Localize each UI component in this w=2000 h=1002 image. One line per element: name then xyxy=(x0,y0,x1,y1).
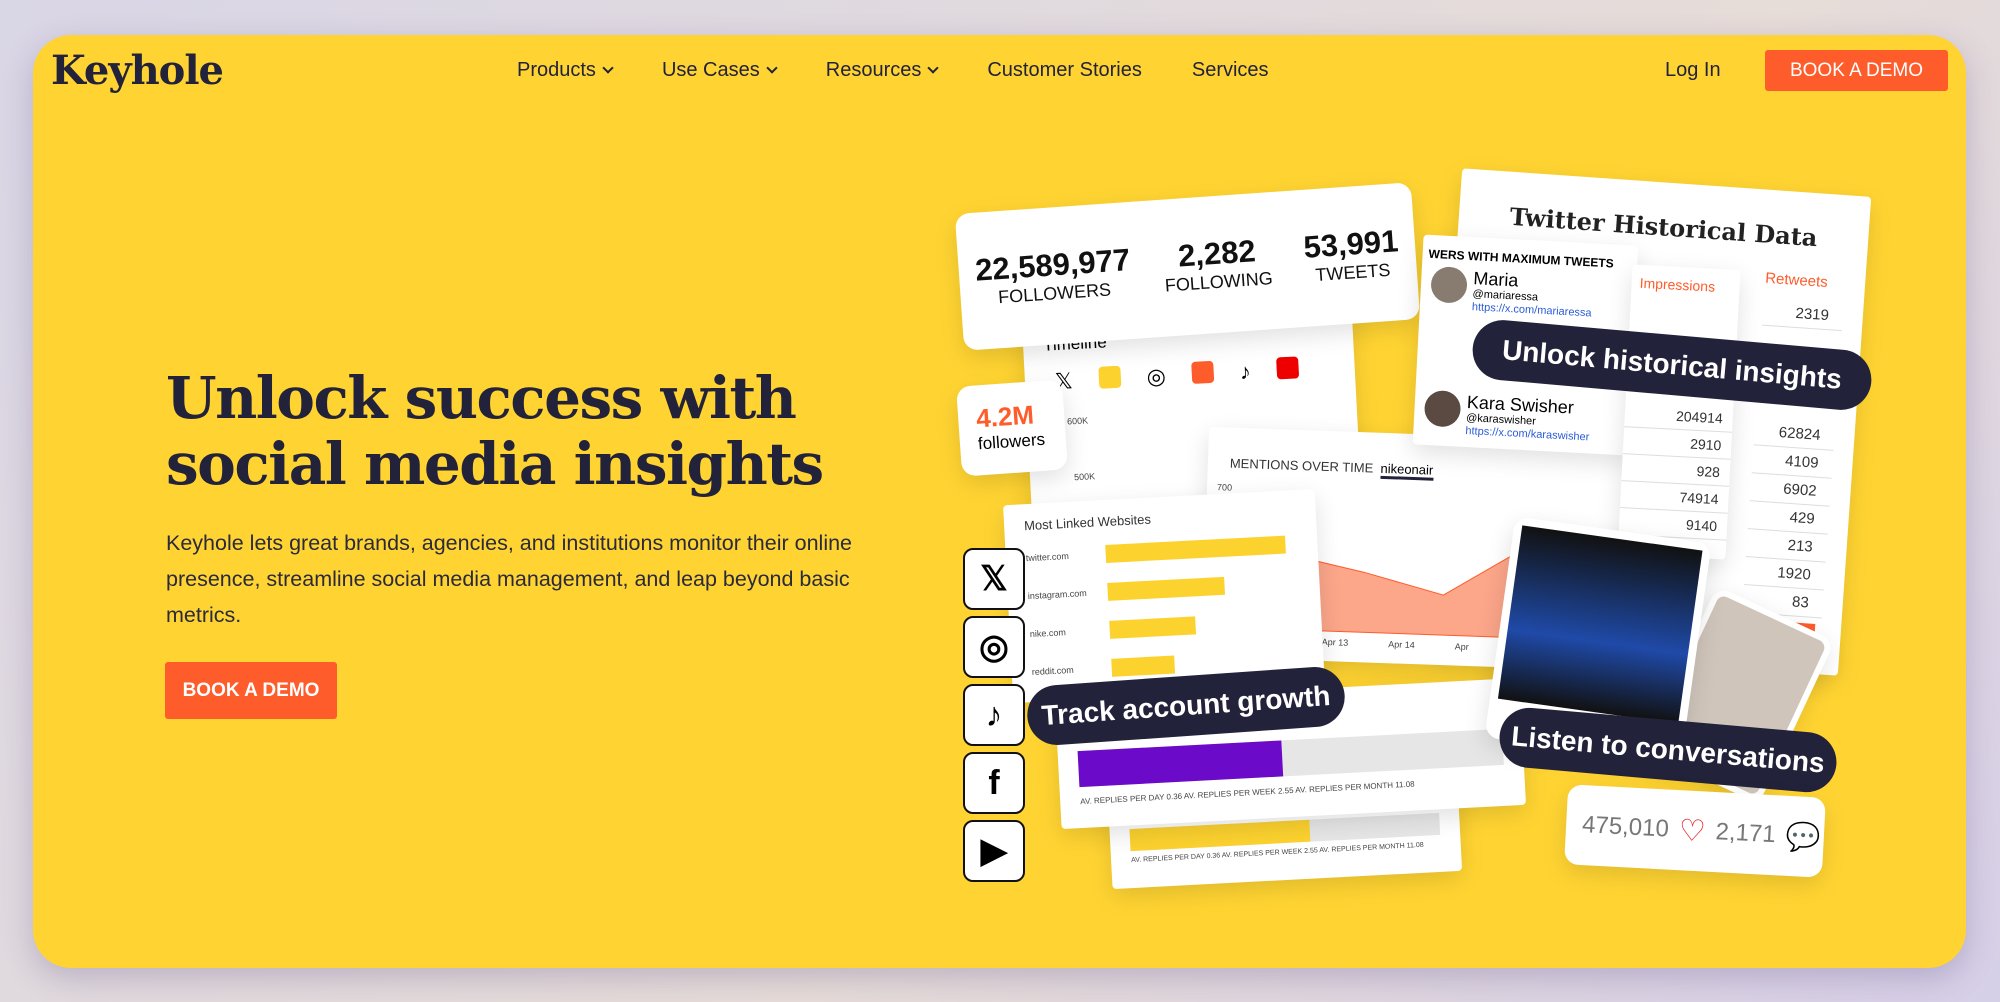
nav-label: Use Cases xyxy=(661,59,760,81)
site-name: twitter.com xyxy=(1025,550,1070,564)
hero-description: Keyhole lets great brands, agencies, and… xyxy=(166,531,853,627)
mentions-title: MENTIONS OVER TIME xyxy=(1229,455,1374,476)
site-bar xyxy=(1109,616,1197,639)
impressions-column: 204914 2910 928 74914 9140 xyxy=(1618,400,1734,541)
nav-resources[interactable]: Resources xyxy=(825,59,940,82)
avatar xyxy=(1423,389,1462,428)
x-tick: Apr 13 xyxy=(1321,636,1349,648)
site-bar xyxy=(1111,655,1176,677)
chevron-down-icon xyxy=(602,62,614,74)
book-demo-hero-button[interactable]: BOOK A DEMO xyxy=(165,662,337,719)
retweets-cell: 2319 xyxy=(1761,297,1844,332)
stat-following: 2,282 FOLLOWING xyxy=(1164,233,1274,296)
nav-customer-stories[interactable]: Customer Stories xyxy=(987,59,1142,82)
book-demo-header-button[interactable]: BOOK A DEMO xyxy=(1765,50,1948,91)
timeline-tick: 600K xyxy=(1066,415,1089,427)
retweets-progress xyxy=(1129,819,1311,852)
mentions-tab[interactable]: nikeonair xyxy=(1380,460,1434,481)
chevron-down-icon xyxy=(927,62,940,74)
comment-icon: 💬 xyxy=(1784,820,1822,854)
tiktok-icon[interactable]: ♪ xyxy=(963,684,1025,746)
nike-post-image xyxy=(1497,525,1703,724)
engagement-card: 475,010 ♡ 2,171 💬 xyxy=(1564,784,1826,878)
impressions-card: Impressions 204914 2910 928 74914 9140 xyxy=(1617,264,1741,560)
user-row: Kara Swisher @karaswisher https://x.com/ka… xyxy=(1423,389,1591,445)
x-icon[interactable]: 𝕏 xyxy=(963,548,1025,610)
site-name: nike.com xyxy=(1029,627,1067,640)
replies-progress xyxy=(1077,740,1284,788)
site-name: instagram.com xyxy=(1027,588,1088,602)
nav-label: Products xyxy=(517,59,596,81)
comments-count: 2,171 xyxy=(1714,818,1777,849)
hero-frame: Keyhole Products Use Cases Resources Cus… xyxy=(33,35,1966,968)
login-link[interactable]: Log In xyxy=(1665,59,1721,82)
x-tick: Apr xyxy=(1454,641,1469,653)
nav-services[interactable]: Services xyxy=(1192,59,1269,82)
user-row: Maria @mariaressa https://x.com/mariaressa xyxy=(1430,265,1594,320)
keyhole-logo[interactable]: Keyhole xyxy=(51,47,224,94)
site-bar xyxy=(1105,535,1286,563)
nav-use-cases[interactable]: Use Cases xyxy=(661,59,778,82)
nav-products[interactable]: Products xyxy=(517,59,614,82)
impressions-header: Impressions xyxy=(1639,274,1716,295)
stat-tweets: 53,991 TWEETS xyxy=(1302,223,1400,286)
x-tick: Apr 14 xyxy=(1388,639,1415,651)
avatar xyxy=(1430,265,1468,304)
timeline-network-filters[interactable]: 𝕏 ◎ ♪ xyxy=(1054,353,1355,395)
site-name: reddit.com xyxy=(1031,664,1075,678)
nav-label: Resources xyxy=(825,59,922,81)
main-nav: Products Use Cases Resources Customer St… xyxy=(517,59,1269,82)
retweets-header: Retweets xyxy=(1764,269,1829,292)
chevron-down-icon xyxy=(766,62,778,74)
site-bar xyxy=(1107,576,1226,601)
stat-followers: 22,589,977 FOLLOWERS xyxy=(974,242,1132,308)
facebook-icon[interactable]: f xyxy=(963,752,1025,814)
hero-title: Unlock success with social media insight… xyxy=(166,364,824,498)
followers-badge: 4.2M followers xyxy=(955,379,1069,477)
youtube-icon[interactable]: ▶ xyxy=(963,820,1025,882)
likes-count: 475,010 xyxy=(1581,811,1670,843)
instagram-icon[interactable]: ◎ xyxy=(963,616,1025,678)
heart-icon: ♡ xyxy=(1677,813,1707,849)
